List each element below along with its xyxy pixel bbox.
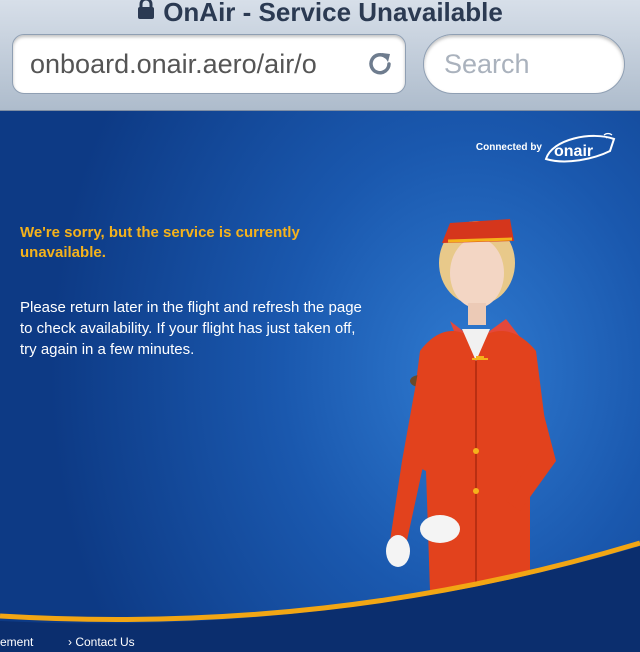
address-bar-url[interactable]: onboard.onair.aero/air/o <box>30 35 360 93</box>
footer: ement › Contact Us <box>0 635 640 652</box>
decorative-swoosh <box>0 540 640 652</box>
address-bar[interactable]: onboard.onair.aero/air/o <box>12 34 406 94</box>
browser-chrome: OnAir - Service Unavailable onboard.onai… <box>0 0 640 111</box>
footer-link-agreement[interactable]: ement <box>0 635 33 649</box>
lock-icon <box>137 0 155 27</box>
page-content: Connected by onair We're sorry, but the … <box>0 111 640 652</box>
footer-link-contact[interactable]: › Contact Us <box>68 635 135 649</box>
search-input[interactable]: Search <box>423 34 625 94</box>
window-title: OnAir - Service Unavailable <box>0 0 640 28</box>
window-title-text: OnAir - Service Unavailable <box>163 0 503 27</box>
reload-icon[interactable] <box>365 49 395 79</box>
search-placeholder: Search <box>444 49 530 79</box>
